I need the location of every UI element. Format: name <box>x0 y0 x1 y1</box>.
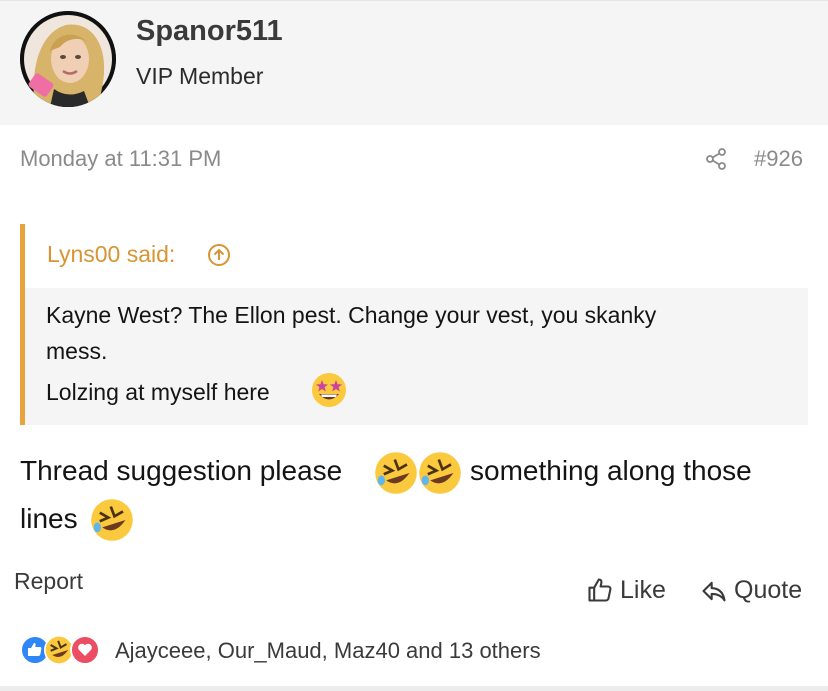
avatar[interactable] <box>20 11 116 107</box>
like-label: Like <box>620 576 666 604</box>
quote-block: Lyns00 said: Kayne West? The Ellon pest.… <box>20 224 808 425</box>
reply-arrow-icon <box>702 581 726 602</box>
avatar-image <box>20 11 116 107</box>
share-icon[interactable] <box>704 147 728 171</box>
post-divider <box>0 686 828 691</box>
quote-content: Kayne West? The Ellon pest. Change your … <box>25 288 808 425</box>
jump-to-quote-icon[interactable] <box>207 243 231 267</box>
message-text: Thread suggestion please <box>20 455 343 486</box>
rofl-emoji-icon <box>375 452 417 494</box>
thumbs-up-icon <box>588 578 612 602</box>
quote-text-line: mess. <box>46 338 108 364</box>
post-number[interactable]: #926 <box>754 146 803 172</box>
quote-label: Quote <box>734 576 803 604</box>
rofl-emoji-icon <box>419 452 461 494</box>
username[interactable]: Spanor511 <box>136 15 283 48</box>
love-icon <box>70 635 100 665</box>
report-button[interactable]: Report <box>14 568 83 595</box>
quote-text-line: Kayne West? The Ellon pest. Change your … <box>46 302 657 328</box>
star-struck-emoji-icon <box>312 373 346 407</box>
reaction-summary[interactable]: Ajayceee, Our_Maud, Maz40 and 13 others <box>115 638 541 664</box>
quote-text-line: Lolzing at myself here <box>46 379 270 405</box>
message-text: something along those <box>470 455 752 486</box>
reaction-icons[interactable] <box>20 634 110 666</box>
quote-author[interactable]: Lyns00 said: <box>47 241 175 268</box>
message-text: lines <box>20 503 78 534</box>
post-date[interactable]: Monday at 11:31 PM <box>20 146 221 172</box>
user-title: VIP Member <box>136 63 264 89</box>
post-user-header: Spanor511 VIP Member <box>0 0 828 125</box>
rofl-emoji-icon <box>91 499 133 541</box>
